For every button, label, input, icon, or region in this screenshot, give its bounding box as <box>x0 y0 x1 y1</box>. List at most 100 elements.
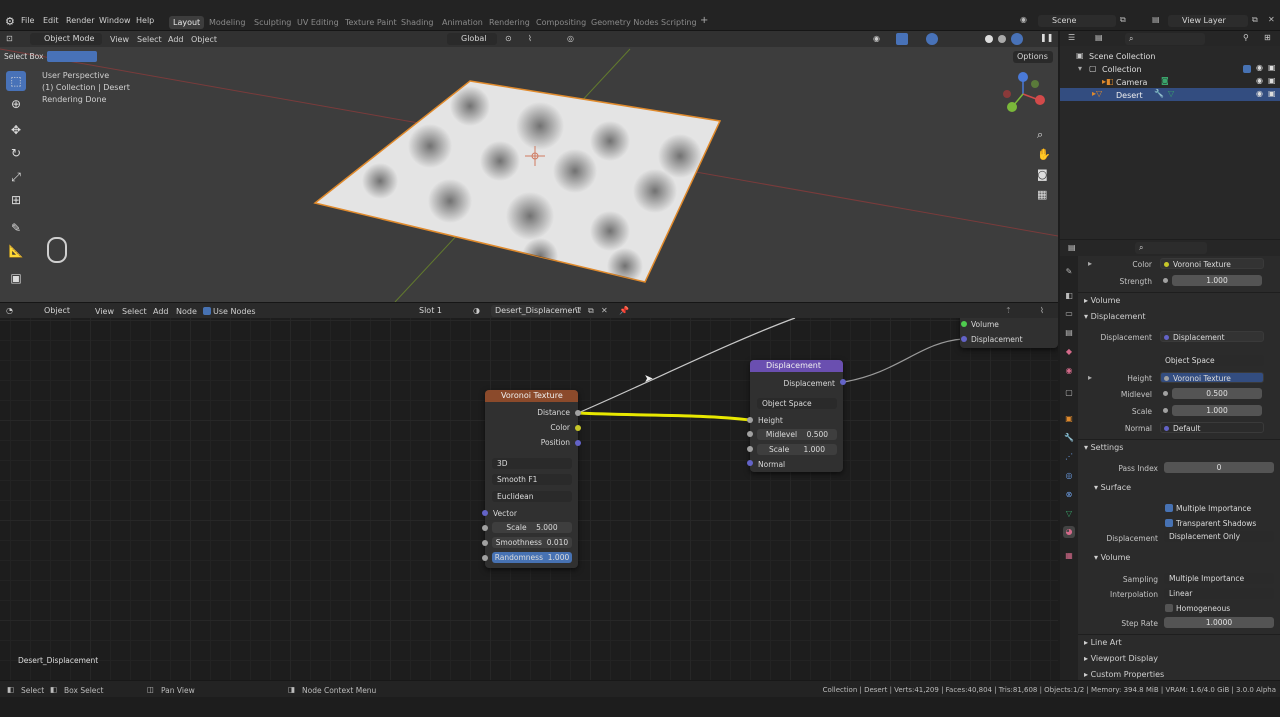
new-collection-icon[interactable]: ⊞ <box>1264 33 1271 42</box>
properties-editor-icon[interactable]: ▤ <box>1068 243 1076 252</box>
tab-scripting[interactable]: Scripting <box>657 16 701 29</box>
transparent-shadows-checkbox[interactable] <box>1165 519 1173 527</box>
outliner-scene-collection[interactable]: Scene Collection <box>1089 52 1156 61</box>
menu-edit[interactable]: Edit <box>43 16 59 25</box>
voronoi-texture-node[interactable]: Voronoi Texture Distance Color Position … <box>485 390 578 568</box>
section-displacement[interactable]: ▾ Displacement <box>1084 312 1146 321</box>
section-settings[interactable]: ▾ Settings <box>1084 443 1123 452</box>
mode-select[interactable]: Object Mode <box>30 33 102 45</box>
editor-type-icon[interactable]: ⊡ <box>6 34 13 43</box>
material-name-field[interactable]: Desert_Displacement <box>491 305 581 317</box>
world-tab-icon[interactable]: ◉ <box>1063 365 1075 377</box>
expand-collection-icon[interactable]: ▾ <box>1078 64 1082 73</box>
voronoi-node-header[interactable]: Voronoi Texture <box>485 390 578 402</box>
3d-viewport[interactable] <box>0 31 1058 302</box>
scale-tool-icon[interactable]: ⤢ <box>6 167 26 187</box>
scene-field[interactable]: Scene <box>1038 15 1116 27</box>
tab-animation[interactable]: Animation <box>438 16 487 29</box>
texture-tab-icon[interactable]: ▦ <box>1063 550 1075 562</box>
desert-render-icon[interactable]: ▣ <box>1268 89 1276 98</box>
material-tab-icon[interactable]: ◕ <box>1063 526 1075 538</box>
tab-texture-paint[interactable]: Texture Paint <box>341 16 401 29</box>
voronoi-randomness-field[interactable]: Randomness 1.000 <box>492 552 572 563</box>
options-button[interactable]: Options <box>1013 51 1053 63</box>
section-volume[interactable]: ▸ Volume <box>1084 296 1120 305</box>
modifier-tab-icon[interactable]: 🔧 <box>1063 432 1075 444</box>
expand-height-icon[interactable]: ▸ <box>1088 373 1092 382</box>
voronoi-feature-select[interactable]: Smooth F1 <box>492 474 572 485</box>
view-layer-icon[interactable]: ▤ <box>1152 15 1160 24</box>
viewport-menu-select[interactable]: Select <box>137 35 162 44</box>
collection-visibility-icon[interactable]: ◉ <box>1256 63 1263 72</box>
prop-normal-field[interactable]: Default <box>1160 422 1264 433</box>
outliner-editor-icon[interactable]: ☰ <box>1068 33 1075 42</box>
menu-window[interactable]: Window <box>99 16 131 25</box>
add-workspace-icon[interactable]: + <box>700 15 708 26</box>
camera-view-icon[interactable]: ◙ <box>1037 168 1048 181</box>
tab-rendering[interactable]: Rendering <box>485 16 534 29</box>
slot-select[interactable]: Slot 1 <box>415 305 465 317</box>
navigation-gizmo[interactable] <box>995 70 1053 122</box>
orientation-select[interactable]: Global <box>447 33 497 45</box>
voronoi-dimensions-select[interactable]: 3D <box>492 458 572 469</box>
camera-visibility-icon[interactable]: ◉ <box>1256 76 1263 85</box>
section-volume-settings[interactable]: ▾ Volume <box>1094 553 1130 562</box>
rotate-tool-icon[interactable]: ↻ <box>6 143 26 163</box>
annotate-tool-icon[interactable]: ✎ <box>6 218 26 238</box>
socket-displacement-out[interactable] <box>840 379 846 385</box>
tab-compositing[interactable]: Compositing <box>532 16 590 29</box>
voronoi-scale-field[interactable]: Scale 5.000 <box>492 522 572 533</box>
visibility-icon[interactable]: ◉ <box>873 34 880 43</box>
scene-icon[interactable]: ◉ <box>1020 15 1027 24</box>
node-editor[interactable]: ➤ Voronoi Texture Distance Color Positio… <box>0 302 1058 680</box>
fake-user-icon[interactable]: ⛉ <box>575 306 581 316</box>
socket-output-displacement-in[interactable] <box>961 336 967 342</box>
socket-height-in[interactable] <box>747 417 753 423</box>
socket-randomness-in[interactable] <box>482 555 488 561</box>
socket-normal-in[interactable] <box>747 460 753 466</box>
pause-render-icon[interactable]: ❚❚ <box>1040 33 1053 42</box>
gizmo-icon[interactable] <box>896 33 908 45</box>
socket-distance-out[interactable] <box>575 410 581 416</box>
display-mode-icon[interactable]: ▤ <box>1095 33 1103 42</box>
proportional-icon[interactable]: ◎ <box>567 34 574 43</box>
prop-displacement-method-select[interactable]: Displacement Only <box>1164 531 1274 542</box>
select-tool-icon[interactable]: ⬚ <box>6 71 26 91</box>
overlay-icon[interactable] <box>926 33 938 45</box>
transform-tool-icon[interactable]: ⊞ <box>6 190 26 210</box>
material-browse-icon[interactable]: ◑ <box>473 306 480 315</box>
prop-scale-field[interactable]: 1.000 <box>1172 405 1262 416</box>
particles-tab-icon[interactable]: ⋰ <box>1063 451 1075 463</box>
homogeneous-checkbox[interactable] <box>1165 604 1173 612</box>
blender-logo-icon[interactable]: ⚙ <box>5 15 15 28</box>
prop-step-rate-field[interactable]: 1.0000 <box>1164 617 1274 628</box>
tab-geometry-nodes[interactable]: Geometry Nodes <box>587 16 662 29</box>
displacement-node[interactable]: Displacement Displacement Object Space H… <box>750 360 843 472</box>
shading-material-icon[interactable] <box>998 35 1006 43</box>
viewport-menu-view[interactable]: View <box>110 35 129 44</box>
tool-tab-icon[interactable]: ✎ <box>1063 266 1075 278</box>
desert-visibility-icon[interactable]: ◉ <box>1256 89 1263 98</box>
scene-tab-icon[interactable]: ◆ <box>1063 346 1075 358</box>
tab-uv-editing[interactable]: UV Editing <box>293 16 343 29</box>
socket-vector-in[interactable] <box>482 510 488 516</box>
outliner-item-desert[interactable]: Desert <box>1116 91 1143 100</box>
constraints-tab-icon[interactable]: ⊗ <box>1063 489 1075 501</box>
ortho-grid-icon[interactable]: ▦ <box>1037 188 1047 201</box>
render-tab-icon[interactable]: ◧ <box>1063 290 1075 302</box>
prop-height-field[interactable]: Voronoi Texture <box>1160 372 1264 383</box>
outliner-collection[interactable]: Collection <box>1102 65 1142 74</box>
pivot-icon[interactable]: ⊙ <box>505 34 512 43</box>
menu-render[interactable]: Render <box>66 16 94 25</box>
view-layer-tab-icon[interactable]: ▤ <box>1063 327 1075 339</box>
node-menu-select[interactable]: Select <box>122 307 147 316</box>
use-nodes-checkbox[interactable] <box>203 307 211 315</box>
shading-solid-icon[interactable] <box>985 35 993 43</box>
displacement-space-select[interactable]: Object Space <box>757 398 837 409</box>
outliner-item-camera[interactable]: Camera <box>1116 78 1147 87</box>
prop-midlevel-field[interactable]: 0.500 <box>1172 388 1262 399</box>
zoom-icon[interactable]: ⌕ <box>1037 128 1043 142</box>
prop-color-field[interactable]: Voronoi Texture <box>1160 258 1264 269</box>
object-tab-icon[interactable]: ▣ <box>1063 413 1075 425</box>
duplicate-material-icon[interactable]: ⧉ <box>588 306 594 316</box>
